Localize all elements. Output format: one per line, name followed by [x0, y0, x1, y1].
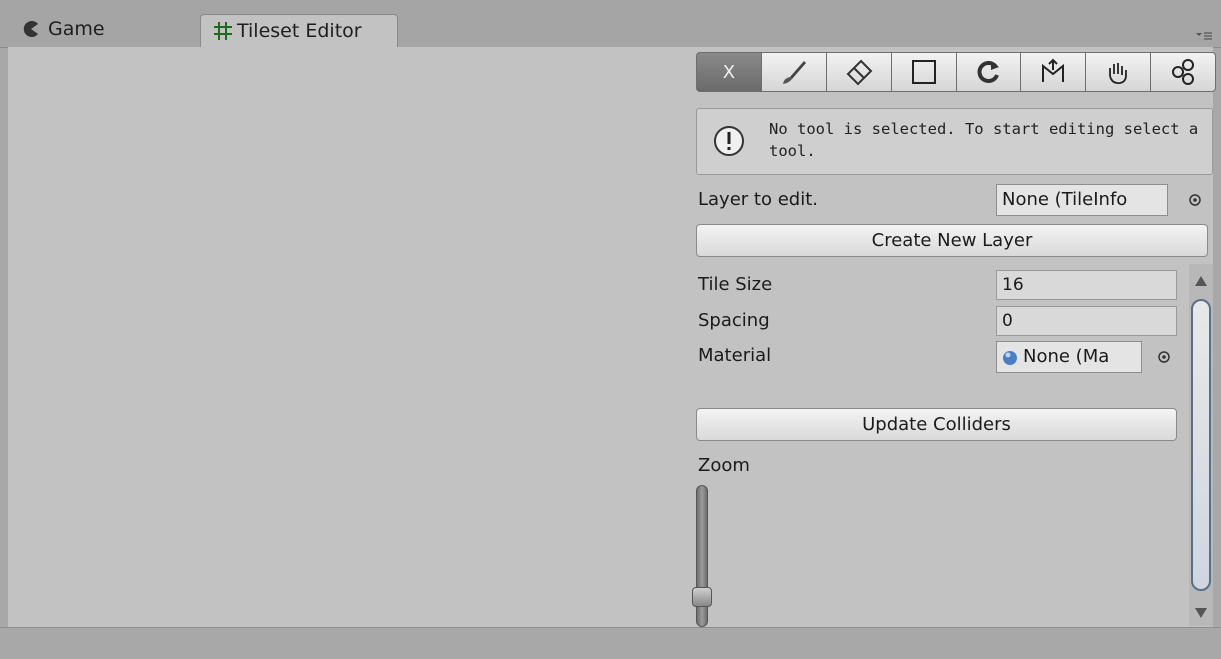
tool-none-label: X	[722, 61, 736, 83]
spacing-label: Spacing	[698, 310, 770, 331]
material-value: None (Ma	[1023, 346, 1110, 367]
tool-none-button[interactable]: X	[696, 52, 762, 92]
material-sphere-icon	[1003, 351, 1017, 365]
tab-tileset-label: Tileset Editor	[237, 20, 362, 42]
tool-flood-button[interactable]	[1150, 52, 1216, 92]
layer-object-field[interactable]: None (TileInfo	[996, 184, 1168, 216]
no-tool-help-box: No tool is selected. To start editing se…	[696, 108, 1213, 175]
tool-move-button[interactable]	[1020, 52, 1087, 92]
panel-menu-icon[interactable]	[1195, 30, 1213, 42]
zoom-slider-thumb[interactable]	[692, 587, 712, 607]
tab-game-label: Game	[48, 18, 105, 40]
tab-bar: Game Tileset Editor	[0, 0, 1221, 48]
layer-label: Layer to edit.	[698, 189, 818, 210]
tile-size-label: Tile Size	[698, 274, 773, 295]
brush-icon	[782, 61, 806, 84]
flood-icon	[1172, 59, 1195, 85]
tool-refresh-button[interactable]	[955, 52, 1022, 92]
eraser-icon	[846, 59, 873, 86]
scroll-down-arrow-icon[interactable]	[1195, 608, 1207, 618]
update-colliders-button[interactable]: Update Colliders	[696, 408, 1177, 441]
info-icon	[714, 126, 744, 156]
material-picker-icon[interactable]	[1157, 350, 1171, 364]
object-picker-icon[interactable]	[1188, 193, 1202, 207]
move-icon	[1042, 58, 1065, 82]
tool-rectangle-button[interactable]	[890, 52, 957, 92]
spacing-field[interactable]: 0	[996, 306, 1177, 336]
rectangle-icon	[911, 60, 936, 84]
pacman-icon	[23, 21, 38, 37]
scroll-up-arrow-icon[interactable]	[1195, 276, 1207, 286]
hand-pick-icon	[1109, 63, 1128, 85]
create-layer-button[interactable]: Create New Layer	[696, 224, 1208, 257]
tile-size-field[interactable]: 16	[996, 270, 1177, 300]
material-label: Material	[698, 345, 772, 366]
grid-icon	[214, 22, 232, 40]
tool-erase-button[interactable]	[825, 52, 892, 92]
tab-game[interactable]: Game	[22, 12, 192, 46]
material-object-field[interactable]: None (Ma	[996, 341, 1142, 373]
zoom-label: Zoom	[698, 455, 750, 476]
help-message: No tool is selected. To start editing se…	[769, 120, 1199, 160]
status-bar	[0, 627, 1221, 659]
refresh-icon	[978, 61, 1000, 83]
tool-pick-button[interactable]	[1085, 52, 1152, 92]
tab-tileset-editor[interactable]: Tileset Editor	[200, 14, 398, 47]
scroll-thumb[interactable]	[1191, 299, 1211, 591]
tool-toolbar: X	[696, 52, 1216, 94]
panel-scrollbar[interactable]	[1189, 264, 1213, 626]
tool-paint-button[interactable]	[760, 52, 827, 92]
editor-panel: X No tool is selected. To start editing …	[8, 47, 1216, 627]
